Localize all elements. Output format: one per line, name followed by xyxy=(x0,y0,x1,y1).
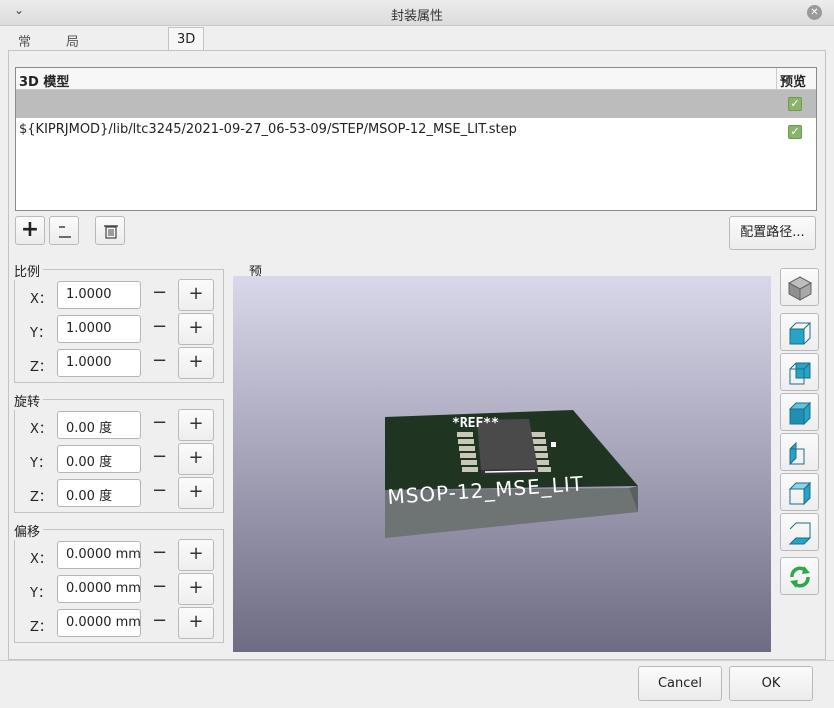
offset-y-input[interactable]: 0.0000 mm xyxy=(57,575,141,603)
pcb-3d-render: *REF** MSOP-12_MSE_LIT xyxy=(385,410,638,538)
rotation-x-label: X： xyxy=(30,422,52,437)
rotation-x-input[interactable]: 0.00 度 xyxy=(57,411,141,439)
delete-model-button[interactable] xyxy=(95,216,125,245)
offset-y-label: Y： xyxy=(30,586,51,601)
column-preview-header[interactable]: 预览 xyxy=(776,68,816,90)
3d-preview-canvas[interactable]: *REF** MSOP-12_MSE_LIT xyxy=(233,276,771,652)
cube-bottom-icon xyxy=(788,522,812,545)
offset-y-decrement-button[interactable]: − xyxy=(141,573,178,605)
preview-checkbox[interactable]: ✓ xyxy=(788,125,802,139)
scale-x-input[interactable]: 1.0000 xyxy=(57,281,141,309)
offset-x-decrement-button[interactable]: − xyxy=(141,539,178,571)
rotation-z-decrement-button[interactable]: − xyxy=(141,477,178,509)
offset-z-input[interactable]: 0.0000 mm xyxy=(57,609,141,637)
preview-checkbox[interactable]: ✓ xyxy=(788,97,802,111)
scale-x-label: X： xyxy=(30,292,52,307)
offset-group-title: 偏移 xyxy=(14,521,44,540)
cube-iso-icon xyxy=(787,276,813,301)
rotation-z-increment-button[interactable]: + xyxy=(178,477,214,509)
scale-x-increment-button[interactable]: + xyxy=(178,279,214,311)
close-icon[interactable]: ✕ xyxy=(807,5,822,20)
scale-y-label: Y： xyxy=(30,326,51,341)
view-isometric-button[interactable] xyxy=(780,268,819,306)
offset-x-increment-button[interactable]: + xyxy=(178,539,214,571)
rotation-group-title: 旋转 xyxy=(14,391,44,410)
view-left-button[interactable] xyxy=(780,433,819,471)
reload-preview-button[interactable] xyxy=(780,557,819,595)
ok-button[interactable]: OK xyxy=(729,666,813,701)
offset-x-input[interactable]: 0.0000 mm xyxy=(57,541,141,569)
cancel-button[interactable]: Cancel xyxy=(638,666,722,701)
offset-z-label: Z： xyxy=(30,620,52,635)
scale-group-title: 比例 xyxy=(14,261,44,280)
browse-model-button[interactable] xyxy=(49,216,79,245)
view-bottom-button[interactable] xyxy=(780,513,819,551)
scale-x-decrement-button[interactable]: − xyxy=(141,279,178,311)
divider xyxy=(0,660,834,661)
reload-icon xyxy=(790,566,810,588)
view-top-button[interactable] xyxy=(780,393,819,431)
cube-left-icon xyxy=(789,441,805,466)
rotation-y-input[interactable]: 0.00 度 xyxy=(57,445,141,473)
view-front-button[interactable] xyxy=(780,313,819,351)
column-model-header[interactable]: 3D 模型 xyxy=(19,71,69,90)
offset-x-label: X： xyxy=(30,552,52,567)
model-path: ${KIPRJMOD}/lib/ltc3245/2021-09-27_06-53… xyxy=(19,122,517,137)
scale-z-decrement-button[interactable]: − xyxy=(141,347,178,379)
models-table[interactable]: 3D 模型 预览 ✓ ${KIPRJMOD}/lib/ltc3245/2021-… xyxy=(15,67,817,211)
open-file-icon xyxy=(59,226,71,238)
cube-top-icon xyxy=(788,401,812,426)
configure-paths-button[interactable]: 配置路径... xyxy=(729,216,816,250)
scale-z-label: Z： xyxy=(30,360,52,375)
view-back-button[interactable] xyxy=(780,353,819,391)
scale-y-input[interactable]: 1.0000 xyxy=(57,315,141,343)
rotation-z-input[interactable]: 0.00 度 xyxy=(57,479,141,507)
offset-z-decrement-button[interactable]: − xyxy=(141,607,178,639)
rotation-y-increment-button[interactable]: + xyxy=(178,443,214,475)
trash-icon xyxy=(104,225,118,239)
cube-right-icon xyxy=(788,481,812,506)
title-bar: ⌄ 封装属性 ✕ xyxy=(0,0,834,26)
rotation-y-decrement-button[interactable]: − xyxy=(141,443,178,475)
ref-designator-text: *REF** xyxy=(452,416,499,431)
rotation-z-label: Z： xyxy=(30,490,52,505)
table-row[interactable]: ✓ xyxy=(16,90,816,118)
scale-y-increment-button[interactable]: + xyxy=(178,313,214,345)
offset-y-increment-button[interactable]: + xyxy=(178,573,214,605)
table-row[interactable]: ${KIPRJMOD}/lib/ltc3245/2021-09-27_06-53… xyxy=(16,118,816,146)
window-title: 封装属性 xyxy=(390,9,443,24)
cube-front-icon xyxy=(789,322,812,345)
scale-z-input[interactable]: 1.0000 xyxy=(57,349,141,377)
table-header: 3D 模型 预览 xyxy=(16,68,816,90)
rotation-x-increment-button[interactable]: + xyxy=(178,409,214,441)
tab-3d-settings[interactable]: 3D 设置 xyxy=(168,27,205,85)
offset-z-increment-button[interactable]: + xyxy=(178,607,214,639)
add-model-button[interactable]: + xyxy=(15,216,45,245)
rotation-x-decrement-button[interactable]: − xyxy=(141,409,178,441)
scale-z-increment-button[interactable]: + xyxy=(178,347,214,379)
view-right-button[interactable] xyxy=(780,473,819,511)
cube-back-icon xyxy=(789,362,811,385)
rotation-y-label: Y： xyxy=(30,456,51,471)
tab-general[interactable]: 常规 xyxy=(10,27,39,69)
scale-y-decrement-button[interactable]: − xyxy=(141,313,178,345)
tab-clearance-settings[interactable]: 局部间隙和设置 xyxy=(58,27,87,164)
